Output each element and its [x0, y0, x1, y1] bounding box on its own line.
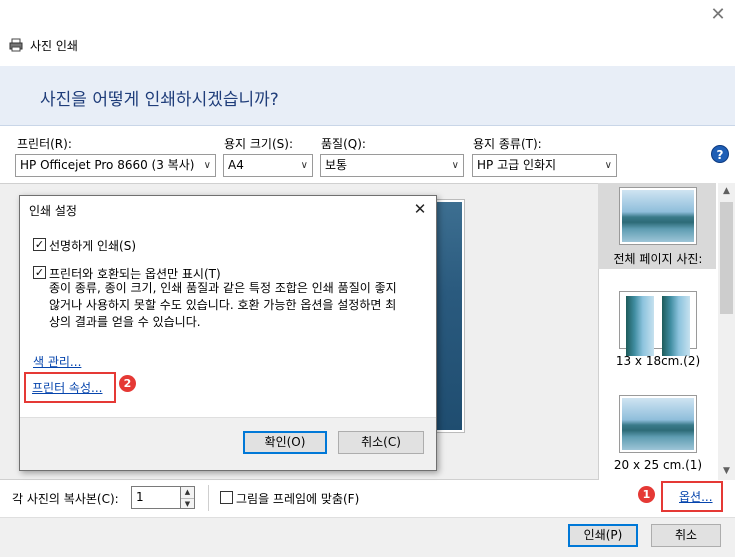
paper-type-select-value: HP 고급 인화지: [477, 158, 557, 172]
dialog-cancel-button[interactable]: 취소(C): [338, 431, 424, 454]
dialog-ok-button[interactable]: 확인(O): [243, 431, 327, 454]
layout-thumb-13x18[interactable]: [620, 292, 696, 356]
sharpen-label: 선명하게 인쇄(S): [49, 239, 137, 253]
options-link[interactable]: 옵션...: [679, 488, 713, 505]
chevron-down-icon: ∨: [451, 160, 459, 171]
quality-select-value: 보통: [325, 158, 348, 172]
chevron-down-icon: ∨: [203, 160, 211, 171]
paper-type-label: 용지 종류(T):: [473, 137, 542, 151]
step-badge-2: 2: [119, 375, 136, 392]
paper-size-select[interactable]: A4 ∨: [223, 154, 313, 177]
printer-label: 프린터(R):: [17, 137, 72, 151]
description-line: 종이 종류, 종이 크기, 인쇄 품질과 같은 특정 조합은 인쇄 품질이 좋지: [49, 281, 397, 295]
copies-input[interactable]: 1: [131, 486, 181, 509]
dialog-title: 인쇄 설정: [29, 204, 77, 218]
quality-label: 품질(Q):: [321, 137, 366, 151]
description-line: 상의 결과를 얻을 수 있습니다.: [49, 315, 201, 329]
page-heading: 사진을 어떻게 인쇄하시겠습니까?: [40, 90, 279, 110]
help-icon[interactable]: ?: [711, 145, 729, 163]
compatible-options-checkbox[interactable]: ✓: [33, 266, 46, 279]
stepper-down-icon[interactable]: ▼: [181, 498, 194, 509]
chevron-down-icon: ∨: [300, 160, 308, 171]
photo-thumb: [662, 296, 690, 356]
window-close-button[interactable]: ✕: [708, 6, 728, 24]
printer-select[interactable]: HP Officejet Pro 8660 (3 복사) ∨: [15, 154, 216, 177]
scroll-up-icon[interactable]: ▲: [718, 183, 735, 200]
compatible-options-description: 종이 종류, 종이 크기, 인쇄 품질과 같은 특정 조합은 인쇄 품질이 좋지…: [49, 280, 397, 331]
divider: [208, 485, 209, 511]
window-title: 사진 인쇄: [30, 39, 78, 53]
print-button[interactable]: 인쇄(P): [568, 524, 638, 547]
fit-to-frame-checkbox[interactable]: [220, 491, 233, 504]
stepper-up-icon[interactable]: ▲: [181, 487, 194, 498]
scroll-down-icon[interactable]: ▼: [718, 463, 735, 480]
paper-size-label: 용지 크기(S):: [224, 137, 293, 151]
paper-type-select[interactable]: HP 고급 인화지 ∨: [472, 154, 617, 177]
copies-label: 각 사진의 복사본(C):: [12, 492, 119, 506]
layout-label-13x18: 13 x 18cm.(2): [615, 354, 701, 368]
photo-thumb: [626, 296, 654, 356]
layout-thumb-20x25[interactable]: [620, 396, 696, 452]
sharpen-checkbox[interactable]: ✓: [33, 238, 46, 251]
step-badge-1: 1: [638, 486, 655, 503]
chevron-down-icon: ∨: [604, 160, 612, 171]
fit-to-frame-label: 그림을 프레임에 맞춤(F): [236, 492, 360, 506]
layout-label-full-page: 전체 페이지 사진:: [613, 252, 703, 266]
color-management-link[interactable]: 색 관리...: [33, 353, 81, 370]
scrollbar-thumb[interactable]: [720, 202, 733, 314]
printer-properties-link[interactable]: 프린터 속성...: [32, 379, 102, 396]
printer-select-value: HP Officejet Pro 8660 (3 복사): [20, 158, 195, 172]
dialog-close-button[interactable]: ✕: [410, 200, 430, 218]
paper-size-select-value: A4: [228, 158, 244, 172]
layout-thumb-full-page[interactable]: [620, 188, 696, 244]
quality-select[interactable]: 보통 ∨: [320, 154, 464, 177]
layout-label-20x25: 20 x 25 cm.(1): [613, 458, 703, 472]
description-line: 않거나 사용하지 못할 수도 있습니다. 호환 가능한 옵션을 설정하면 최: [49, 298, 397, 312]
cancel-button[interactable]: 취소: [651, 524, 721, 547]
printer-icon: [9, 38, 23, 52]
copies-stepper[interactable]: ▲ ▼: [181, 486, 195, 509]
